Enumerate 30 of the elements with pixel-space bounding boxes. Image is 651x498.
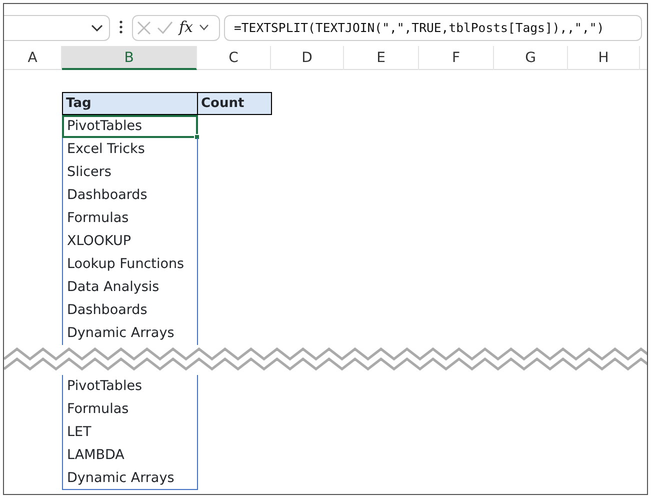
check-icon[interactable] <box>157 20 173 34</box>
table-cell[interactable]: Formulas <box>62 207 198 230</box>
column-header[interactable]: E <box>344 46 419 70</box>
table-cell[interactable]: Excel Tricks <box>62 138 198 161</box>
column-header[interactable]: D <box>271 46 344 70</box>
table-cell[interactable]: Data Analysis <box>62 276 198 299</box>
column-header[interactable]: B <box>62 46 197 70</box>
chevron-down-icon[interactable] <box>199 24 210 31</box>
column-header[interactable]: C <box>197 46 271 70</box>
table-cell[interactable]: LAMBDA <box>62 444 198 467</box>
table-cell[interactable]: Slicers <box>62 161 198 184</box>
table-cell[interactable]: PivotTables <box>62 375 198 398</box>
table-cell[interactable]: Lookup Functions <box>62 253 198 276</box>
table-cell[interactable]: Formulas <box>62 398 198 421</box>
table-cell[interactable]: PivotTables <box>62 115 198 138</box>
chevron-down-icon <box>91 24 103 32</box>
table-cell[interactable]: XLOOKUP <box>62 230 198 253</box>
table-cell[interactable]: Dashboards <box>62 184 198 207</box>
header-cell: Count <box>198 92 272 115</box>
column-header[interactable]: G <box>494 46 568 70</box>
table-cell[interactable]: LET <box>62 421 198 444</box>
table-cell[interactable]: Dashboards <box>62 299 198 322</box>
table-cell[interactable]: Dynamic Arrays <box>62 322 198 345</box>
insert-function-button[interactable]: fx <box>179 16 194 39</box>
fill-handle[interactable] <box>194 134 200 140</box>
formula-field[interactable]: =TEXTSPLIT(TEXTJOIN(",",TRUE,tblPosts[Tags]),,",") <box>224 14 642 40</box>
column-header[interactable]: F <box>419 46 494 70</box>
table-cell[interactable]: Dynamic Arrays <box>62 467 198 490</box>
header-cell: Tag <box>62 92 198 115</box>
column-header[interactable]: H <box>568 46 640 70</box>
